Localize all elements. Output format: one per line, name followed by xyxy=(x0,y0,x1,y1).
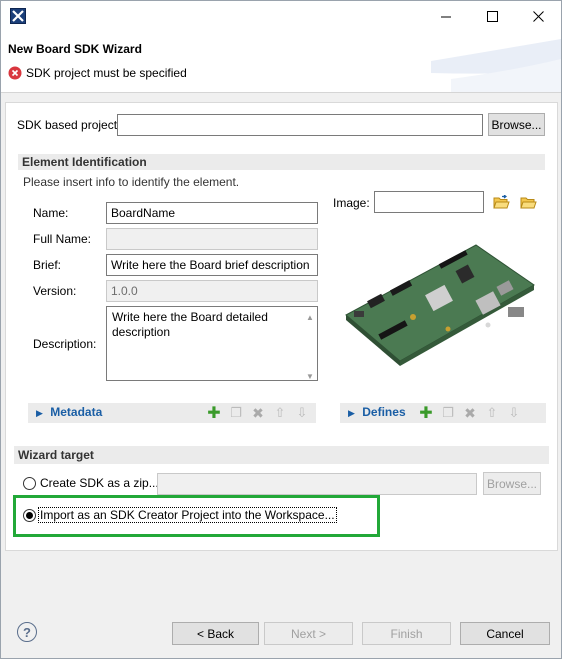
move-down-icon: ⇩ xyxy=(508,405,520,420)
metadata-section: ▶ Metadata ✚ ❐ ✖ ⇧ ⇩ xyxy=(28,403,316,423)
help-icon[interactable]: ? xyxy=(17,622,37,642)
image-path-input[interactable] xyxy=(374,191,484,213)
zip-option-radio[interactable] xyxy=(23,477,36,490)
copy-icon: ❐ xyxy=(230,405,242,420)
board-image xyxy=(345,244,535,366)
wizard-content: SDK based project Browse... Element Iden… xyxy=(5,102,558,551)
error-message: SDK project must be specified xyxy=(26,66,187,80)
wizard-window: New Board SDK Wizard SDK project must be… xyxy=(0,0,562,659)
scroll-up-icon[interactable]: ▲ xyxy=(305,310,315,322)
highlight-box xyxy=(13,495,380,537)
maximize-icon xyxy=(486,10,498,22)
description-text: Write here the Board detailed descriptio… xyxy=(112,310,268,339)
move-up-icon: ⇧ xyxy=(274,405,286,420)
metadata-label: Metadata xyxy=(50,405,103,419)
minimize-icon xyxy=(440,16,451,17)
element-identification-hint: Please insert info to identify the eleme… xyxy=(23,175,240,189)
close-button[interactable] xyxy=(515,1,561,31)
error-icon xyxy=(8,66,22,80)
wizard-target-header: Wizard target xyxy=(14,446,549,464)
sdk-project-browse-button[interactable]: Browse... xyxy=(488,113,545,136)
zip-browse-button: Browse... xyxy=(483,472,541,495)
finish-button: Finish xyxy=(362,622,451,645)
copy-icon: ❐ xyxy=(442,405,454,420)
name-input[interactable]: BoardName xyxy=(106,202,318,224)
scroll-down-icon[interactable]: ▼ xyxy=(305,369,315,381)
title-bar xyxy=(1,1,561,31)
chevron-right-icon: ▶ xyxy=(348,408,355,418)
name-label: Name: xyxy=(33,206,69,220)
move-up-icon: ⇧ xyxy=(486,405,498,420)
zip-option-label[interactable]: Create SDK as a zip... xyxy=(40,476,159,490)
defines-section: ▶ Defines ✚ ❐ ✖ ⇧ ⇩ xyxy=(340,403,546,423)
element-identification-header: Element Identification xyxy=(18,154,545,170)
version-input: 1.0.0 xyxy=(106,280,318,302)
minimize-button[interactable] xyxy=(423,1,469,31)
brief-input[interactable]: Write here the Board brief description xyxy=(106,254,318,276)
description-textarea[interactable]: Write here the Board detailed descriptio… xyxy=(106,306,318,381)
folder-icon[interactable] xyxy=(520,195,537,210)
zip-path-input xyxy=(157,473,477,495)
sdk-project-label: SDK based project xyxy=(17,118,118,132)
defines-label: Defines xyxy=(362,405,406,419)
next-button: Next > xyxy=(264,622,353,645)
sdk-project-input[interactable] xyxy=(117,114,483,136)
open-folder-icon[interactable] xyxy=(493,195,510,210)
metadata-toggle[interactable]: ▶ Metadata xyxy=(36,405,102,419)
maximize-button[interactable] xyxy=(469,1,515,31)
description-label: Description: xyxy=(33,337,97,351)
delete-icon: ✖ xyxy=(464,404,476,421)
close-icon xyxy=(532,10,544,22)
add-icon[interactable]: ✚ xyxy=(206,405,222,422)
wizard-header: New Board SDK Wizard SDK project must be… xyxy=(1,31,561,93)
header-banner-graphic xyxy=(431,39,561,92)
image-label: Image: xyxy=(333,196,370,210)
back-button[interactable]: < Back xyxy=(172,622,259,645)
version-label: Version: xyxy=(33,284,77,298)
wizard-title: New Board SDK Wizard xyxy=(8,42,142,56)
cancel-button[interactable]: Cancel xyxy=(460,622,550,645)
app-icon xyxy=(10,8,26,24)
move-down-icon: ⇩ xyxy=(296,405,308,420)
add-icon[interactable]: ✚ xyxy=(418,405,434,422)
brief-label: Brief: xyxy=(33,258,62,272)
full-name-label: Full Name: xyxy=(33,232,92,246)
defines-toggle[interactable]: ▶ Defines xyxy=(348,405,406,419)
full-name-input xyxy=(106,228,318,250)
chevron-right-icon: ▶ xyxy=(36,408,43,418)
delete-icon: ✖ xyxy=(252,404,264,421)
